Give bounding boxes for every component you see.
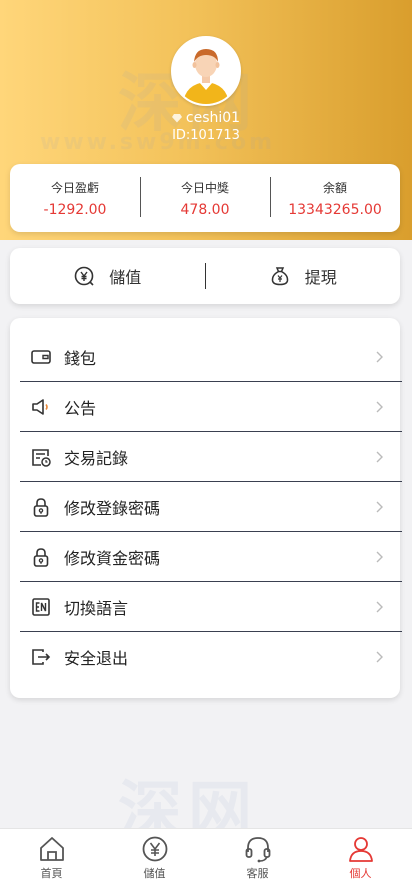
stat-balance: 余額 13343265.00 (270, 176, 400, 218)
stats-card: 今日盈虧 -1292.00 今日中獎 478.00 余額 13343265.00 (10, 164, 400, 232)
yen-coin-icon (142, 836, 167, 862)
chevron-right-icon (376, 601, 383, 613)
tab-customer-service[interactable]: 客服 (206, 829, 309, 886)
tab-label: 個人 (349, 867, 372, 880)
username-row: ceshi01 (0, 110, 412, 126)
stat-value: 478.00 (180, 201, 230, 218)
withdraw-label: 提現 (304, 268, 337, 287)
lock-icon (30, 496, 52, 518)
menu-item-change-fund-password[interactable]: 修改資金密碼 (20, 532, 402, 582)
money-bag-icon (271, 267, 288, 286)
chevron-right-icon (376, 501, 383, 513)
stat-label: 今日盈虧 (50, 180, 99, 195)
tab-label: 儲值 (143, 867, 166, 880)
transaction-record-icon (30, 446, 52, 468)
logout-icon (30, 646, 52, 668)
chevron-right-icon (376, 401, 383, 413)
tab-label: 首頁 (40, 867, 63, 880)
chevron-right-icon (376, 651, 383, 663)
tab-label: 客服 (246, 867, 269, 880)
deposit-button[interactable]: 儲值 (10, 264, 205, 288)
chevron-right-icon (376, 451, 383, 463)
diamond-icon (171, 114, 182, 123)
deposit-withdraw-card: 儲值 提現 (10, 248, 400, 304)
stat-today-winnings: 今日中獎 478.00 (140, 176, 270, 218)
wallet-icon (30, 346, 52, 368)
menu-item-switch-language[interactable]: 切換語言 (20, 582, 402, 632)
tab-home[interactable]: 首頁 (0, 829, 103, 886)
stat-label: 今日中獎 (180, 180, 229, 195)
menu-item-label: 交易記錄 (64, 449, 129, 468)
withdraw-button[interactable]: 提現 (206, 264, 401, 288)
username: ceshi01 (185, 110, 241, 126)
menu-item-transaction-records[interactable]: 交易記錄 (20, 432, 402, 482)
tab-deposit[interactable]: 儲值 (103, 829, 206, 886)
menu-item-label: 修改資金密碼 (64, 549, 161, 568)
lock-icon (30, 546, 52, 568)
profile-header: ceshi01 ID:101713 (0, 36, 412, 143)
menu-item-logout[interactable]: 安全退出 (20, 632, 402, 682)
menu-item-label: 錢包 (64, 349, 97, 368)
user-id: ID:101713 (172, 128, 240, 143)
menu-item-label: 修改登錄密碼 (64, 499, 161, 518)
stat-today-profit: 今日盈虧 -1292.00 (10, 179, 140, 218)
menu-item-announcement[interactable]: 公告 (20, 382, 402, 432)
stat-value: 13343265.00 (288, 201, 382, 218)
headset-icon (245, 837, 270, 863)
chevron-right-icon (376, 551, 383, 563)
menu-item-label: 切換語言 (64, 599, 129, 618)
en-language-icon (30, 596, 52, 618)
menu-item-wallet[interactable]: 錢包 (20, 332, 402, 382)
stat-value: -1292.00 (43, 201, 107, 218)
bottom-tab-bar: 首頁 儲值 客服 個人 (0, 828, 412, 886)
home-icon (39, 837, 64, 861)
megaphone-icon (30, 396, 52, 418)
menu-item-label: 安全退出 (64, 649, 129, 668)
stat-label: 余額 (322, 180, 347, 195)
menu-item-label: 公告 (64, 399, 97, 418)
tab-personal[interactable]: 個人 (309, 829, 412, 886)
chevron-right-icon (376, 351, 383, 363)
menu-item-change-login-password[interactable]: 修改登錄密碼 (20, 482, 402, 532)
deposit-yen-icon (74, 266, 94, 286)
avatar-illustration (173, 38, 239, 104)
person-icon (348, 837, 373, 862)
deposit-label: 儲值 (109, 268, 142, 287)
menu-card: 錢包 公告 交易記錄 修改登錄密碼 修改資金密碼 切換語言 安全退出 (10, 318, 402, 698)
avatar[interactable] (171, 36, 241, 106)
